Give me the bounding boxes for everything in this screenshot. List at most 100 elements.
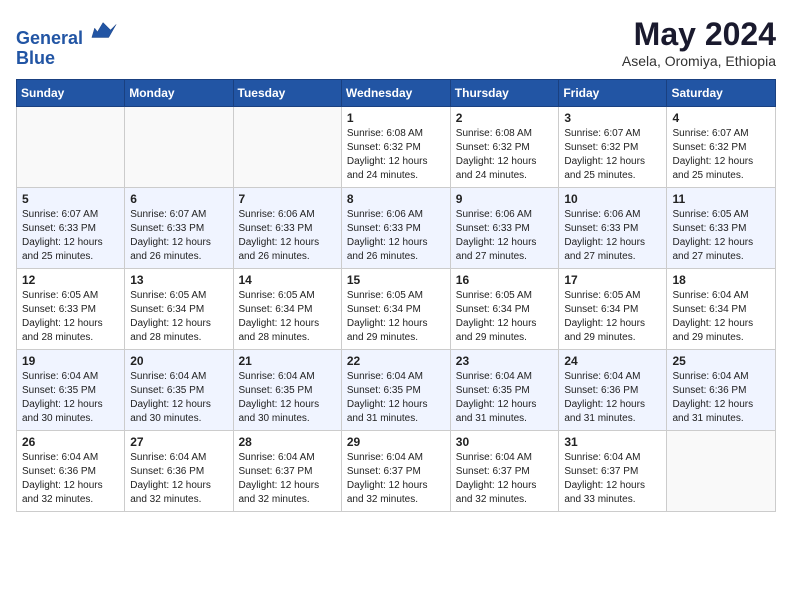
day-info: Sunrise: 6:05 AM Sunset: 6:33 PM Dayligh… <box>22 289 119 345</box>
day-info: Sunrise: 6:05 AM Sunset: 6:33 PM Dayligh… <box>672 208 770 264</box>
day-number: 14 <box>239 273 336 287</box>
calendar-cell: 16 Sunrise: 6:05 AM Sunset: 6:34 PM Dayli… <box>450 269 559 350</box>
calendar-week-row: 1Sunrise: 6:08 AM Sunset: 6:32 PM Daylig… <box>17 107 776 188</box>
title-section: May 2024 Asela, Oromiya, Ethiopia <box>622 16 776 69</box>
day-info: Sunrise: 6:05 AM Sunset: 6:34 PM Dayligh… <box>564 289 661 345</box>
day-info: Sunrise: 6:04 AM Sunset: 6:36 PM Dayligh… <box>22 451 119 507</box>
calendar-cell: 23 Sunrise: 6:04 AM Sunset: 6:35 PM Dayli… <box>450 350 559 431</box>
day-number: 30 <box>456 435 554 449</box>
calendar-cell: 12 Sunrise: 6:05 AM Sunset: 6:33 PM Dayli… <box>17 269 125 350</box>
calendar-cell: 22 Sunrise: 6:04 AM Sunset: 6:35 PM Dayli… <box>341 350 450 431</box>
day-number: 2 <box>456 111 554 125</box>
weekday-header-sunday: Sunday <box>17 80 125 107</box>
day-number: 11 <box>672 192 770 206</box>
calendar-cell: 30 Sunrise: 6:04 AM Sunset: 6:37 PM Dayli… <box>450 431 559 512</box>
day-info: Sunrise: 6:05 AM Sunset: 6:34 PM Dayligh… <box>456 289 554 345</box>
day-info: Sunrise: 6:04 AM Sunset: 6:36 PM Dayligh… <box>564 370 661 426</box>
calendar-cell: 6Sunrise: 6:07 AM Sunset: 6:33 PM Daylig… <box>125 188 233 269</box>
weekday-header-thursday: Thursday <box>450 80 559 107</box>
day-info: Sunrise: 6:08 AM Sunset: 6:32 PM Dayligh… <box>456 127 554 183</box>
day-info: Sunrise: 6:04 AM Sunset: 6:37 PM Dayligh… <box>456 451 554 507</box>
calendar-cell: 26 Sunrise: 6:04 AM Sunset: 6:36 PM Dayli… <box>17 431 125 512</box>
day-number: 16 <box>456 273 554 287</box>
day-info: Sunrise: 6:07 AM Sunset: 6:33 PM Dayligh… <box>130 208 227 264</box>
calendar-cell: 13 Sunrise: 6:05 AM Sunset: 6:34 PM Dayli… <box>125 269 233 350</box>
weekday-header-monday: Monday <box>125 80 233 107</box>
calendar-cell: 1Sunrise: 6:08 AM Sunset: 6:32 PM Daylig… <box>341 107 450 188</box>
day-info: Sunrise: 6:04 AM Sunset: 6:35 PM Dayligh… <box>456 370 554 426</box>
day-number: 29 <box>347 435 445 449</box>
day-number: 10 <box>564 192 661 206</box>
day-number: 9 <box>456 192 554 206</box>
calendar-cell: 27Sunrise: 6:04 AM Sunset: 6:36 PM Dayli… <box>125 431 233 512</box>
day-info: Sunrise: 6:04 AM Sunset: 6:35 PM Dayligh… <box>347 370 445 426</box>
weekday-header-friday: Friday <box>559 80 667 107</box>
day-info: Sunrise: 6:04 AM Sunset: 6:37 PM Dayligh… <box>564 451 661 507</box>
day-info: Sunrise: 6:05 AM Sunset: 6:34 PM Dayligh… <box>347 289 445 345</box>
day-info: Sunrise: 6:06 AM Sunset: 6:33 PM Dayligh… <box>456 208 554 264</box>
day-number: 26 <box>22 435 119 449</box>
day-number: 19 <box>22 354 119 368</box>
weekday-header-saturday: Saturday <box>667 80 776 107</box>
day-info: Sunrise: 6:06 AM Sunset: 6:33 PM Dayligh… <box>239 208 336 264</box>
logo-icon <box>90 16 118 44</box>
calendar-cell <box>17 107 125 188</box>
calendar-cell: 29 Sunrise: 6:04 AM Sunset: 6:37 PM Dayli… <box>341 431 450 512</box>
logo: General Blue <box>16 16 118 69</box>
logo-general: General <box>16 28 83 48</box>
day-number: 20 <box>130 354 227 368</box>
location: Asela, Oromiya, Ethiopia <box>622 53 776 69</box>
day-info: Sunrise: 6:05 AM Sunset: 6:34 PM Dayligh… <box>130 289 227 345</box>
calendar-cell: 2 Sunrise: 6:08 AM Sunset: 6:32 PM Daylig… <box>450 107 559 188</box>
calendar-cell: 8Sunrise: 6:06 AM Sunset: 6:33 PM Daylig… <box>341 188 450 269</box>
day-info: Sunrise: 6:06 AM Sunset: 6:33 PM Dayligh… <box>564 208 661 264</box>
calendar-cell: 11 Sunrise: 6:05 AM Sunset: 6:33 PM Dayli… <box>667 188 776 269</box>
day-info: Sunrise: 6:07 AM Sunset: 6:32 PM Dayligh… <box>564 127 661 183</box>
calendar-cell: 19Sunrise: 6:04 AM Sunset: 6:35 PM Dayli… <box>17 350 125 431</box>
day-info: Sunrise: 6:07 AM Sunset: 6:33 PM Dayligh… <box>22 208 119 264</box>
day-number: 15 <box>347 273 445 287</box>
calendar-cell: 5 Sunrise: 6:07 AM Sunset: 6:33 PM Daylig… <box>17 188 125 269</box>
calendar-cell: 28 Sunrise: 6:04 AM Sunset: 6:37 PM Dayli… <box>233 431 341 512</box>
calendar-cell: 31Sunrise: 6:04 AM Sunset: 6:37 PM Dayli… <box>559 431 667 512</box>
calendar-week-row: 26 Sunrise: 6:04 AM Sunset: 6:36 PM Dayli… <box>17 431 776 512</box>
weekday-header-tuesday: Tuesday <box>233 80 341 107</box>
weekday-header-row: SundayMondayTuesdayWednesdayThursdayFrid… <box>17 80 776 107</box>
calendar-cell <box>125 107 233 188</box>
calendar-cell: 21Sunrise: 6:04 AM Sunset: 6:35 PM Dayli… <box>233 350 341 431</box>
logo-blue: Blue <box>16 48 55 68</box>
day-number: 21 <box>239 354 336 368</box>
calendar-week-row: 12 Sunrise: 6:05 AM Sunset: 6:33 PM Dayli… <box>17 269 776 350</box>
day-info: Sunrise: 6:04 AM Sunset: 6:36 PM Dayligh… <box>130 451 227 507</box>
month-title: May 2024 <box>622 16 776 53</box>
day-number: 23 <box>456 354 554 368</box>
day-number: 17 <box>564 273 661 287</box>
day-info: Sunrise: 6:06 AM Sunset: 6:33 PM Dayligh… <box>347 208 445 264</box>
calendar-cell: 20 Sunrise: 6:04 AM Sunset: 6:35 PM Dayli… <box>125 350 233 431</box>
day-number: 22 <box>347 354 445 368</box>
day-info: Sunrise: 6:05 AM Sunset: 6:34 PM Dayligh… <box>239 289 336 345</box>
day-info: Sunrise: 6:04 AM Sunset: 6:36 PM Dayligh… <box>672 370 770 426</box>
calendar-table: SundayMondayTuesdayWednesdayThursdayFrid… <box>16 79 776 512</box>
page-header: General Blue May 2024 Asela, Oromiya, Et… <box>16 16 776 69</box>
day-number: 4 <box>672 111 770 125</box>
day-info: Sunrise: 6:04 AM Sunset: 6:37 PM Dayligh… <box>239 451 336 507</box>
day-info: Sunrise: 6:07 AM Sunset: 6:32 PM Dayligh… <box>672 127 770 183</box>
calendar-cell: 18Sunrise: 6:04 AM Sunset: 6:34 PM Dayli… <box>667 269 776 350</box>
day-number: 25 <box>672 354 770 368</box>
day-number: 3 <box>564 111 661 125</box>
calendar-week-row: 5 Sunrise: 6:07 AM Sunset: 6:33 PM Daylig… <box>17 188 776 269</box>
day-number: 28 <box>239 435 336 449</box>
day-number: 12 <box>22 273 119 287</box>
day-info: Sunrise: 6:04 AM Sunset: 6:35 PM Dayligh… <box>130 370 227 426</box>
calendar-cell: 17 Sunrise: 6:05 AM Sunset: 6:34 PM Dayli… <box>559 269 667 350</box>
calendar-cell <box>233 107 341 188</box>
day-info: Sunrise: 6:08 AM Sunset: 6:32 PM Dayligh… <box>347 127 445 183</box>
calendar-cell: 7 Sunrise: 6:06 AM Sunset: 6:33 PM Daylig… <box>233 188 341 269</box>
calendar-cell: 10 Sunrise: 6:06 AM Sunset: 6:33 PM Dayli… <box>559 188 667 269</box>
day-number: 7 <box>239 192 336 206</box>
day-info: Sunrise: 6:04 AM Sunset: 6:37 PM Dayligh… <box>347 451 445 507</box>
calendar-cell: 4 Sunrise: 6:07 AM Sunset: 6:32 PM Daylig… <box>667 107 776 188</box>
day-number: 5 <box>22 192 119 206</box>
day-number: 13 <box>130 273 227 287</box>
